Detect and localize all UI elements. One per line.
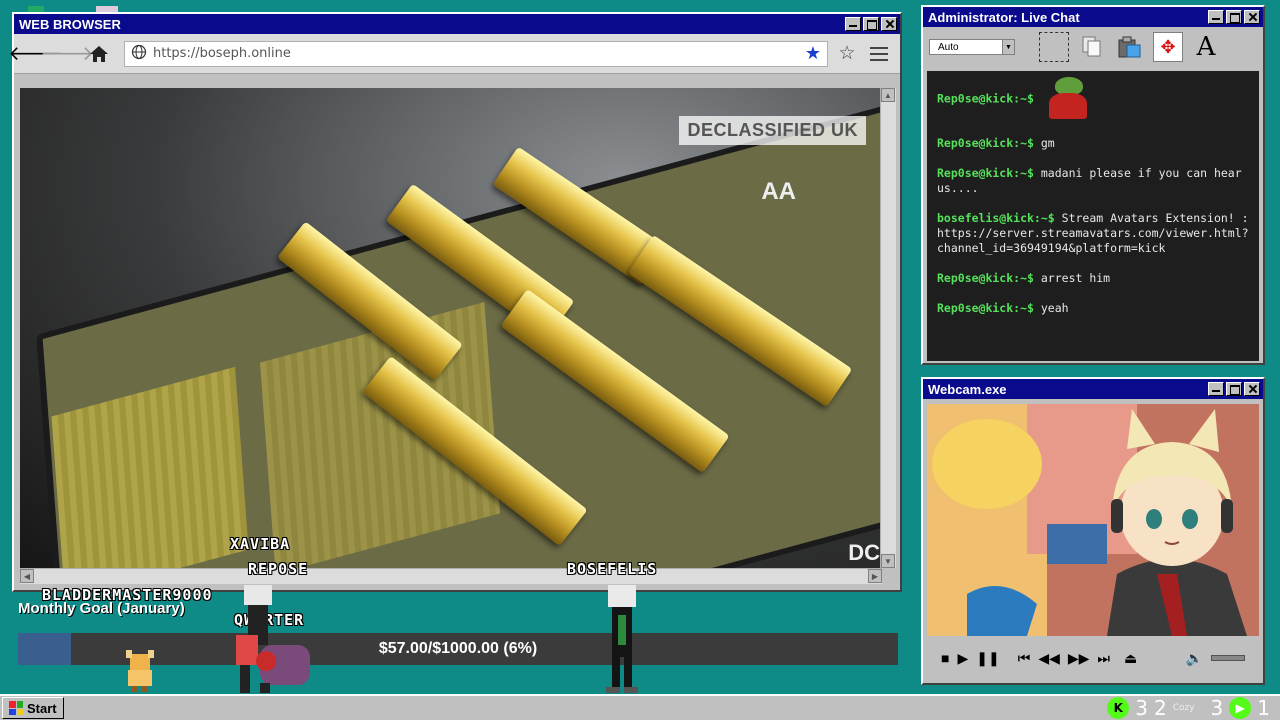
minimize-button[interactable] bbox=[845, 17, 861, 31]
avatar-name-xaviba: XAVIBA bbox=[230, 535, 291, 553]
live-chat-window: Administrator: Live Chat Auto ▼ ✥ A Rep0… bbox=[921, 5, 1265, 365]
cozy-icon[interactable]: Cozy bbox=[1173, 703, 1195, 713]
scroll-left-arrow-icon[interactable]: ◀ bbox=[20, 569, 34, 583]
chat-message: Rep0se@kick:~$ yeah bbox=[937, 301, 1249, 316]
volume-icon[interactable]: 🔈 bbox=[1186, 650, 1203, 667]
kick-icon[interactable]: K bbox=[1107, 697, 1130, 719]
start-label: Start bbox=[27, 700, 57, 716]
maximize-button[interactable] bbox=[1226, 382, 1242, 396]
chat-username: Rep0se@kick:~$ bbox=[937, 136, 1034, 150]
bookmark-star-filled-icon[interactable]: ★ bbox=[805, 43, 821, 64]
tray-count-a: 3 bbox=[1135, 696, 1148, 720]
chat-text: yeah bbox=[1040, 301, 1069, 315]
chat-message: Rep0se@kick:~$ madani please if you can … bbox=[937, 166, 1249, 196]
vertical-scrollbar[interactable]: ▲ ▼ bbox=[880, 88, 896, 568]
maximize-button[interactable] bbox=[863, 17, 879, 31]
font-icon[interactable]: A bbox=[1191, 32, 1221, 62]
chat-message: Rep0se@kick:~$ arrest him bbox=[937, 271, 1249, 286]
globe-icon bbox=[131, 44, 147, 63]
browser-navbar: 🡐 🡒 https://boseph.online ★ ☆ bbox=[8, 34, 900, 74]
webcam-title: Webcam.exe bbox=[928, 381, 1007, 397]
declassified-watermark: DECLASSIFIED UK bbox=[679, 116, 866, 145]
skip-end-icon[interactable]: ⏭ bbox=[1097, 650, 1110, 667]
browser-title: WEB BROWSER bbox=[19, 16, 121, 32]
maximize-button[interactable] bbox=[1226, 10, 1242, 24]
volume-slider[interactable] bbox=[1211, 655, 1245, 661]
avatar-name-bosefelis: BOSEFELIS bbox=[567, 560, 658, 578]
video-content[interactable]: DECLASSIFIED UK AA DC bbox=[20, 88, 882, 568]
play-icon[interactable]: ▶ bbox=[957, 650, 968, 667]
scroll-down-arrow-icon[interactable]: ▼ bbox=[881, 554, 895, 568]
minimize-button[interactable] bbox=[1208, 10, 1224, 24]
tray-count-c: 3 bbox=[1210, 696, 1224, 720]
font-size-value: Auto bbox=[938, 41, 959, 53]
dropdown-arrow-icon[interactable]: ▼ bbox=[1002, 40, 1014, 54]
chat-title: Administrator: Live Chat bbox=[928, 9, 1080, 25]
chat-text: arrest him bbox=[1040, 271, 1111, 285]
close-button[interactable] bbox=[1244, 382, 1260, 396]
chat-username: Rep0se@kick:~$ bbox=[937, 301, 1034, 315]
webcam-titlebar[interactable]: Webcam.exe bbox=[923, 379, 1263, 399]
avatar-name-rep0se: REP0SE bbox=[248, 560, 309, 578]
play-circle-icon[interactable]: ▶ bbox=[1229, 697, 1252, 719]
browser-titlebar[interactable]: WEB BROWSER bbox=[14, 14, 900, 34]
scroll-up-arrow-icon[interactable]: ▲ bbox=[881, 88, 895, 102]
webcam-window: Webcam.exe ■ ▶ ❚❚ ⏮ ◀◀ ▶▶ ⏭ ⏏ 🔈 bbox=[921, 377, 1265, 685]
anime-avatar-image bbox=[927, 404, 1259, 636]
tray-count-d: 1 bbox=[1257, 696, 1270, 720]
skip-start-icon[interactable]: ⏮ bbox=[1018, 650, 1031, 667]
webcam-controls: ■ ▶ ❚❚ ⏮ ◀◀ ▶▶ ⏭ ⏏ 🔈 bbox=[927, 641, 1259, 675]
pepe-emote-icon bbox=[1045, 77, 1091, 121]
move-icon[interactable]: ✥ bbox=[1153, 32, 1183, 62]
favorites-star-icon[interactable]: ☆ bbox=[834, 41, 860, 67]
taskbar: Start K 3 2 Cozy 3 ▶ 1 bbox=[0, 694, 1280, 720]
forward-arrow-icon[interactable]: 🡒 bbox=[40, 41, 94, 67]
chat-message: Rep0se@kick:~$ bbox=[937, 77, 1249, 121]
chat-messages[interactable]: Rep0se@kick:~$ Rep0se@kick:~$ gm Rep0se@… bbox=[927, 71, 1259, 361]
paste-icon[interactable] bbox=[1115, 32, 1145, 62]
stop-icon[interactable]: ■ bbox=[941, 650, 949, 666]
tray-count-b: 2 bbox=[1153, 696, 1167, 720]
address-bar[interactable]: https://boseph.online ★ bbox=[124, 40, 828, 67]
chat-username: Rep0se@kick:~$ bbox=[937, 271, 1034, 285]
webcam-view bbox=[927, 404, 1259, 636]
menu-hamburger-icon[interactable] bbox=[866, 41, 892, 67]
chat-username: Rep0se@kick:~$ bbox=[937, 166, 1034, 180]
url-text[interactable]: https://boseph.online bbox=[153, 46, 799, 61]
system-tray: K 3 2 Cozy 3 ▶ 1 bbox=[1107, 696, 1278, 720]
avatar-name-bladdermaster: BLADDERMASTER9000 bbox=[42, 586, 213, 604]
start-button[interactable]: Start bbox=[2, 697, 64, 719]
select-rect-icon[interactable] bbox=[1039, 32, 1069, 62]
eject-icon[interactable]: ⏏ bbox=[1124, 650, 1137, 667]
copy-icon[interactable] bbox=[1077, 32, 1107, 62]
avatar-sprite-bladdermaster[interactable] bbox=[118, 648, 162, 692]
dc-logo: DC bbox=[848, 540, 880, 565]
chat-titlebar[interactable]: Administrator: Live Chat bbox=[923, 7, 1263, 27]
pause-icon[interactable]: ❚❚ bbox=[976, 650, 999, 667]
font-size-select[interactable]: Auto ▼ bbox=[929, 39, 1015, 55]
chat-username: Rep0se@kick:~$ bbox=[937, 91, 1034, 106]
avatar-sprite-bosefelis[interactable] bbox=[598, 585, 646, 693]
chat-text: gm bbox=[1040, 136, 1055, 150]
chat-toolbar: Auto ▼ ✥ A bbox=[923, 27, 1263, 67]
close-button[interactable] bbox=[1244, 10, 1260, 24]
horizontal-scrollbar[interactable]: ◀ ▶ bbox=[20, 568, 882, 584]
close-button[interactable] bbox=[881, 17, 897, 31]
chat-username: bosefelis@kick:~$ bbox=[937, 211, 1055, 225]
chat-message: Rep0se@kick:~$ gm bbox=[937, 136, 1249, 151]
avatar-sprite-group[interactable] bbox=[230, 585, 322, 693]
fast-forward-icon[interactable]: ▶▶ bbox=[1068, 650, 1090, 667]
windows-logo-icon bbox=[9, 701, 23, 715]
web-browser-window: WEB BROWSER 🡐 🡒 https://boseph.online ★ … bbox=[8, 12, 902, 592]
minimize-button[interactable] bbox=[1208, 382, 1224, 396]
aa-logo: AA bbox=[761, 178, 796, 205]
scroll-right-arrow-icon[interactable]: ▶ bbox=[868, 569, 882, 583]
chat-message: bosefelis@kick:~$ Stream Avatars Extensi… bbox=[937, 211, 1249, 256]
rewind-icon[interactable]: ◀◀ bbox=[1038, 650, 1060, 667]
home-icon[interactable] bbox=[86, 41, 112, 67]
